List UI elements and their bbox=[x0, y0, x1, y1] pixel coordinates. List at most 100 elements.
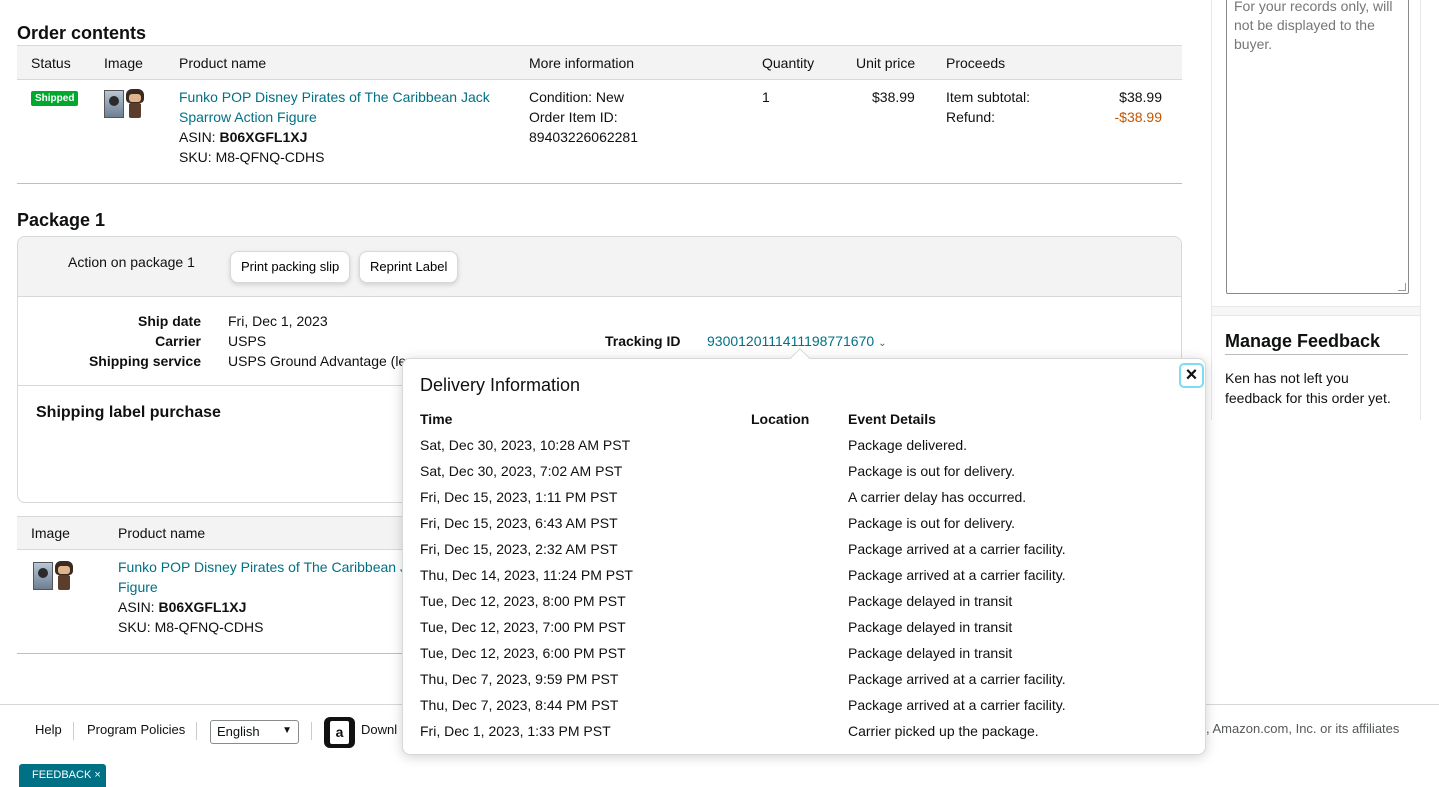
unit-price-value: $38.99 bbox=[872, 89, 915, 105]
event-row: Tue, Dec 12, 2023, 6:00 PM PST Package de… bbox=[403, 645, 1205, 671]
order-item-row: Shipped Funko POP Disney Pirates of The … bbox=[17, 80, 1182, 184]
status-badge: Shipped bbox=[31, 91, 79, 106]
manage-feedback-title: Manage Feedback bbox=[1225, 331, 1408, 355]
event-row: Tue, Dec 12, 2023, 8:00 PM PST Package de… bbox=[403, 593, 1205, 619]
col-image: Image bbox=[104, 55, 143, 71]
product-thumbnail[interactable] bbox=[104, 88, 150, 122]
order-contents-title: Order contents bbox=[17, 23, 147, 43]
event-details: A carrier delay has occurred. bbox=[848, 489, 1027, 505]
event-time: Sat, Dec 30, 2023, 7:02 AM PST bbox=[420, 463, 623, 479]
reprint-label-button[interactable]: Reprint Label bbox=[359, 251, 459, 283]
shipping-service-value: USPS Ground Advantage (le bbox=[228, 353, 407, 369]
event-details: Package delayed in transit bbox=[848, 593, 1013, 609]
col-time: Time bbox=[420, 411, 453, 427]
sku-text: SKU: M8-QFNQ-CDHS bbox=[118, 619, 264, 635]
sidebar-divider bbox=[1212, 306, 1420, 316]
condition-text: Condition: New bbox=[529, 89, 624, 105]
event-time: Thu, Dec 7, 2023, 9:59 PM PST bbox=[420, 671, 619, 687]
col-image: Image bbox=[31, 525, 70, 541]
col-more-information: More information bbox=[529, 55, 635, 71]
event-row: Fri, Dec 1, 2023, 1:33 PM PST Carrier pic… bbox=[403, 723, 1205, 749]
event-row: Thu, Dec 7, 2023, 8:44 PM PST Package arr… bbox=[403, 697, 1205, 723]
event-row: Sat, Dec 30, 2023, 10:28 AM PST Package d… bbox=[403, 437, 1205, 463]
sku-text: SKU: M8-QFNQ-CDHS bbox=[179, 149, 325, 165]
product-thumbnail[interactable] bbox=[33, 560, 79, 594]
event-details: Package delivered. bbox=[848, 437, 968, 453]
right-sidebar: For your records only, will not be displ… bbox=[1211, 0, 1421, 420]
close-icon[interactable]: × bbox=[1179, 363, 1204, 388]
subtotal-label: Item subtotal: bbox=[946, 89, 1031, 105]
package-action-label: Action on package 1 bbox=[68, 254, 195, 270]
event-details: Package delayed in transit bbox=[848, 645, 1013, 661]
product-link[interactable]: Funko POP Disney Pirates of The Caribbea… bbox=[118, 557, 418, 597]
quantity-value: 1 bbox=[762, 89, 770, 105]
event-row: Fri, Dec 15, 2023, 6:43 AM PST Package is… bbox=[403, 515, 1205, 541]
chevron-down-icon: ▼ bbox=[282, 725, 292, 736]
event-time: Thu, Dec 14, 2023, 11:24 PM PST bbox=[420, 567, 633, 583]
ship-date-label: Ship date bbox=[137, 313, 201, 329]
package-item-row: Funko POP Disney Pirates of The Caribbea… bbox=[17, 550, 417, 654]
download-app-link[interactable]: Downl bbox=[361, 722, 397, 737]
package-actions-bar: Action on package 1 Print packing slip R… bbox=[18, 237, 1181, 297]
event-time: Sat, Dec 30, 2023, 10:28 AM PST bbox=[420, 437, 631, 453]
col-status: Status bbox=[31, 55, 71, 71]
event-details: Package is out for delivery. bbox=[848, 463, 1016, 479]
event-details: Package is out for delivery. bbox=[848, 515, 1016, 531]
notes-placeholder: For your records only, will not be displ… bbox=[1234, 0, 1393, 52]
event-row: Thu, Dec 7, 2023, 9:59 PM PST Package arr… bbox=[403, 671, 1205, 697]
footer-divider bbox=[196, 722, 197, 740]
order-contents-header: Status Image Product name More informati… bbox=[17, 45, 1182, 80]
event-time: Tue, Dec 12, 2023, 8:00 PM PST bbox=[420, 593, 626, 609]
event-details: Package arrived at a carrier facility. bbox=[848, 567, 1066, 583]
feedback-tab-button[interactable]: FEEDBACK × bbox=[19, 764, 106, 787]
event-time: Fri, Dec 1, 2023, 1:33 PM PST bbox=[420, 723, 611, 739]
tracking-id-link[interactable]: 9300120111411198771670 ⌄ bbox=[707, 333, 887, 349]
col-quantity: Quantity bbox=[762, 55, 815, 71]
carrier-value: USPS bbox=[228, 333, 267, 349]
event-details: Package arrived at a carrier facility. bbox=[848, 697, 1066, 713]
program-policies-link[interactable]: Program Policies bbox=[87, 722, 185, 737]
popover-title: Delivery Information bbox=[420, 375, 581, 395]
event-row: Fri, Dec 15, 2023, 2:32 AM PST Package ar… bbox=[403, 541, 1205, 567]
seller-notes-textarea[interactable]: For your records only, will not be displ… bbox=[1226, 0, 1409, 294]
col-location: Location bbox=[751, 411, 810, 427]
event-time: Tue, Dec 12, 2023, 6:00 PM PST bbox=[420, 645, 626, 661]
shipping-service-label: Shipping service bbox=[88, 353, 201, 369]
copyright-text: , Amazon.com, Inc. or its affiliates bbox=[1206, 721, 1400, 736]
package-title: Package 1 bbox=[17, 210, 106, 230]
event-row: Tue, Dec 12, 2023, 7:00 PM PST Package de… bbox=[403, 619, 1205, 645]
delivery-information-popover: Delivery Information × Time Location Eve… bbox=[402, 348, 1206, 755]
event-details: Package arrived at a carrier facility. bbox=[848, 541, 1066, 557]
feedback-status-text: Ken has not left you feedback for this o… bbox=[1225, 370, 1391, 406]
event-time: Fri, Dec 15, 2023, 1:11 PM PST bbox=[420, 489, 618, 505]
order-item-label: Order Item ID: bbox=[529, 109, 618, 125]
subtotal-value: $38.99 bbox=[1119, 89, 1162, 105]
event-details: Package delayed in transit bbox=[848, 619, 1013, 635]
print-packing-slip-button[interactable]: Print packing slip bbox=[230, 251, 351, 283]
col-proceeds: Proceeds bbox=[946, 55, 1006, 71]
footer-divider bbox=[73, 722, 74, 740]
amazon-app-icon[interactable]: a bbox=[324, 717, 355, 748]
tracking-id-label: Tracking ID bbox=[605, 333, 681, 349]
order-item-id: 89403226062281 bbox=[529, 129, 639, 145]
package-items-header: Image Product name bbox=[17, 516, 417, 550]
footer-divider bbox=[311, 722, 312, 740]
col-product-name: Product name bbox=[179, 55, 267, 71]
help-link[interactable]: Help bbox=[35, 722, 62, 737]
asin-text: ASIN: B06XGFL1XJ bbox=[179, 129, 308, 145]
col-unit-price: Unit price bbox=[856, 55, 916, 71]
event-time: Fri, Dec 15, 2023, 2:32 AM PST bbox=[420, 541, 618, 557]
event-time: Fri, Dec 15, 2023, 6:43 AM PST bbox=[420, 515, 618, 531]
col-product-name: Product name bbox=[118, 525, 206, 541]
event-row: Fri, Dec 15, 2023, 1:11 PM PST A carrier … bbox=[403, 489, 1205, 515]
product-link[interactable]: Funko POP Disney Pirates of The Caribbea… bbox=[179, 87, 509, 127]
resize-handle-icon[interactable] bbox=[1398, 283, 1406, 291]
event-time: Tue, Dec 12, 2023, 7:00 PM PST bbox=[420, 619, 626, 635]
asin-text: ASIN: B06XGFL1XJ bbox=[118, 599, 247, 615]
event-details: Package arrived at a carrier facility. bbox=[848, 671, 1066, 687]
refund-value: -$38.99 bbox=[1114, 109, 1162, 125]
refund-label: Refund: bbox=[946, 109, 996, 125]
event-row: Sat, Dec 30, 2023, 7:02 AM PST Package is… bbox=[403, 463, 1205, 489]
event-details: Carrier picked up the package. bbox=[848, 723, 1039, 739]
language-select[interactable]: English ▼ bbox=[210, 720, 299, 744]
